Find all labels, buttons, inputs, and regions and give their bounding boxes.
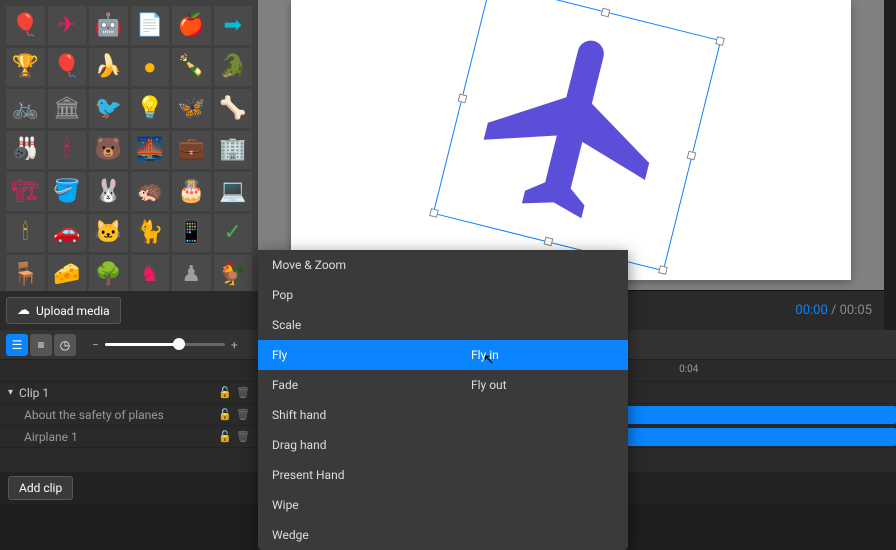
zoom-slider[interactable]: − + bbox=[92, 338, 238, 352]
add-clip-button[interactable]: Add clip bbox=[8, 476, 73, 500]
media-grid: 🎈✈🤖📄🍎➡🏆🎈🍌●🍾🐊🚲🏛🐦💡🦋🦴🎳🕯🐻🌉💼🏢🏗🪣🐰🦔🎂💻🕯🚗🐱🐈📱✓🪑🧀🌳♞… bbox=[0, 0, 258, 291]
media-tile[interactable]: 📱 bbox=[172, 214, 211, 253]
media-tile[interactable]: 📄 bbox=[131, 6, 170, 45]
resize-handle[interactable] bbox=[429, 208, 439, 218]
media-tile[interactable]: ♞ bbox=[131, 255, 170, 291]
airplane-icon[interactable] bbox=[450, 0, 705, 254]
resize-handle[interactable] bbox=[458, 94, 468, 104]
menu-item-move-&-zoom[interactable]: Move & Zoom bbox=[258, 250, 628, 280]
media-tile[interactable]: 🚲 bbox=[6, 89, 45, 128]
minus-icon: − bbox=[92, 338, 99, 352]
menu-item-wedge[interactable]: Wedge bbox=[258, 520, 628, 550]
cloud-icon: ☁ bbox=[17, 303, 30, 318]
track-header-clip1[interactable]: ▾ Clip 1 🔓 🗑 bbox=[0, 386, 258, 400]
canvas[interactable] bbox=[291, 0, 851, 280]
lock-icon[interactable]: 🔓 bbox=[218, 408, 232, 421]
lock-icon[interactable]: 🔓 bbox=[218, 386, 232, 399]
lock-icon[interactable]: 🔓 bbox=[218, 430, 232, 443]
media-tile[interactable]: 🦋 bbox=[172, 89, 211, 128]
track-header-airplane[interactable]: Airplane 1 🔓 🗑 bbox=[0, 430, 258, 444]
media-tile[interactable]: 🐈 bbox=[131, 214, 170, 253]
media-tile[interactable]: ✓ bbox=[214, 214, 253, 253]
media-tile[interactable]: 🕯 bbox=[48, 131, 87, 170]
time-display: 00:00 / 00:05 bbox=[795, 303, 872, 318]
media-tile[interactable]: 🦔 bbox=[131, 172, 170, 211]
resize-handle[interactable] bbox=[601, 8, 611, 18]
animation-menu: Move & ZoomPopScaleFlyFly in↖FadeFly out… bbox=[258, 250, 628, 550]
media-tile[interactable]: 🎳 bbox=[6, 131, 45, 170]
media-tile[interactable]: 🍎 bbox=[172, 6, 211, 45]
resize-handle[interactable] bbox=[687, 151, 697, 161]
media-tile[interactable]: ➡ bbox=[214, 6, 253, 45]
menu-item-shift-hand[interactable]: Shift hand bbox=[258, 400, 628, 430]
view-compact-button[interactable]: ≡ bbox=[30, 334, 52, 356]
media-tile[interactable]: 🐓 bbox=[214, 255, 253, 291]
view-list-button[interactable]: ☰ bbox=[6, 334, 28, 356]
media-tile[interactable]: 🦴 bbox=[214, 89, 253, 128]
view-time-button[interactable]: ◷ bbox=[54, 334, 76, 356]
menu-item-fly[interactable]: Fly bbox=[258, 340, 457, 370]
trash-icon[interactable]: 🗑 bbox=[236, 430, 250, 443]
media-tile[interactable]: 🐊 bbox=[214, 48, 253, 87]
media-tile[interactable]: 💼 bbox=[172, 131, 211, 170]
plus-icon: + bbox=[231, 338, 238, 352]
media-tile[interactable]: 🍌 bbox=[89, 48, 128, 87]
resize-handle[interactable] bbox=[658, 265, 668, 275]
trash-icon[interactable]: 🗑 bbox=[236, 386, 250, 399]
upload-label: Upload media bbox=[36, 304, 110, 318]
resize-handle[interactable] bbox=[715, 36, 725, 46]
menu-item-pop[interactable]: Pop bbox=[258, 280, 628, 310]
ruler-tick: 0:04 bbox=[679, 364, 698, 375]
media-tile[interactable]: 🕯 bbox=[6, 214, 45, 253]
trash-icon[interactable]: 🗑 bbox=[236, 408, 250, 421]
media-tile[interactable]: 🚗 bbox=[48, 214, 87, 253]
submenu-item-fly-in[interactable]: Fly in↖ bbox=[457, 340, 628, 370]
media-tile[interactable]: 🐰 bbox=[89, 172, 128, 211]
media-tile[interactable]: 🐱 bbox=[89, 214, 128, 253]
menu-item-drag-hand[interactable]: Drag hand bbox=[258, 430, 628, 460]
media-tile[interactable]: 🪑 bbox=[6, 255, 45, 291]
menu-item-wipe[interactable]: Wipe bbox=[258, 490, 628, 520]
media-panel: 🎈✈🤖📄🍎➡🏆🎈🍌●🍾🐊🚲🏛🐦💡🦋🦴🎳🕯🐻🌉💼🏢🏗🪣🐰🦔🎂💻🕯🚗🐱🐈📱✓🪑🧀🌳♞… bbox=[0, 0, 258, 330]
menu-item-scale[interactable]: Scale bbox=[258, 310, 628, 340]
track-header-text[interactable]: About the safety of planes 🔓 🗑 bbox=[0, 408, 258, 422]
media-tile[interactable]: 🤖 bbox=[89, 6, 128, 45]
media-tile[interactable]: 🎂 bbox=[172, 172, 211, 211]
media-tile[interactable]: 🎈 bbox=[6, 6, 45, 45]
media-tile[interactable]: 🐦 bbox=[89, 89, 128, 128]
media-tile[interactable]: 🏛 bbox=[48, 89, 87, 128]
media-tile[interactable]: 🎈 bbox=[48, 48, 87, 87]
resize-handle[interactable] bbox=[544, 237, 554, 247]
media-tile[interactable]: 🏗 bbox=[6, 172, 45, 211]
media-tile[interactable]: 🧀 bbox=[48, 255, 87, 291]
media-tile[interactable]: 💻 bbox=[214, 172, 253, 211]
menu-item-fade[interactable]: Fade bbox=[258, 370, 457, 400]
total-time: 00:05 bbox=[840, 303, 872, 318]
submenu-item-fly-out[interactable]: Fly out bbox=[457, 370, 628, 400]
media-tile[interactable]: 🌉 bbox=[131, 131, 170, 170]
selection-box[interactable] bbox=[433, 0, 722, 271]
media-tile[interactable]: ● bbox=[131, 48, 170, 87]
media-tile[interactable]: ♟ bbox=[172, 255, 211, 291]
media-tile[interactable]: ✈ bbox=[48, 6, 87, 45]
upload-media-button[interactable]: ☁ Upload media bbox=[6, 297, 121, 324]
media-tile[interactable]: 🏆 bbox=[6, 48, 45, 87]
media-tile[interactable]: 🐻 bbox=[89, 131, 128, 170]
media-tile[interactable]: 🍾 bbox=[172, 48, 211, 87]
media-tile[interactable]: 🏢 bbox=[214, 131, 253, 170]
current-time: 00:00 bbox=[795, 303, 827, 318]
media-tile[interactable]: 🌳 bbox=[89, 255, 128, 291]
chevron-down-icon[interactable]: ▾ bbox=[8, 387, 13, 398]
media-tile[interactable]: 🪣 bbox=[48, 172, 87, 211]
menu-item-present-hand[interactable]: Present Hand bbox=[258, 460, 628, 490]
media-tile[interactable]: 💡 bbox=[131, 89, 170, 128]
